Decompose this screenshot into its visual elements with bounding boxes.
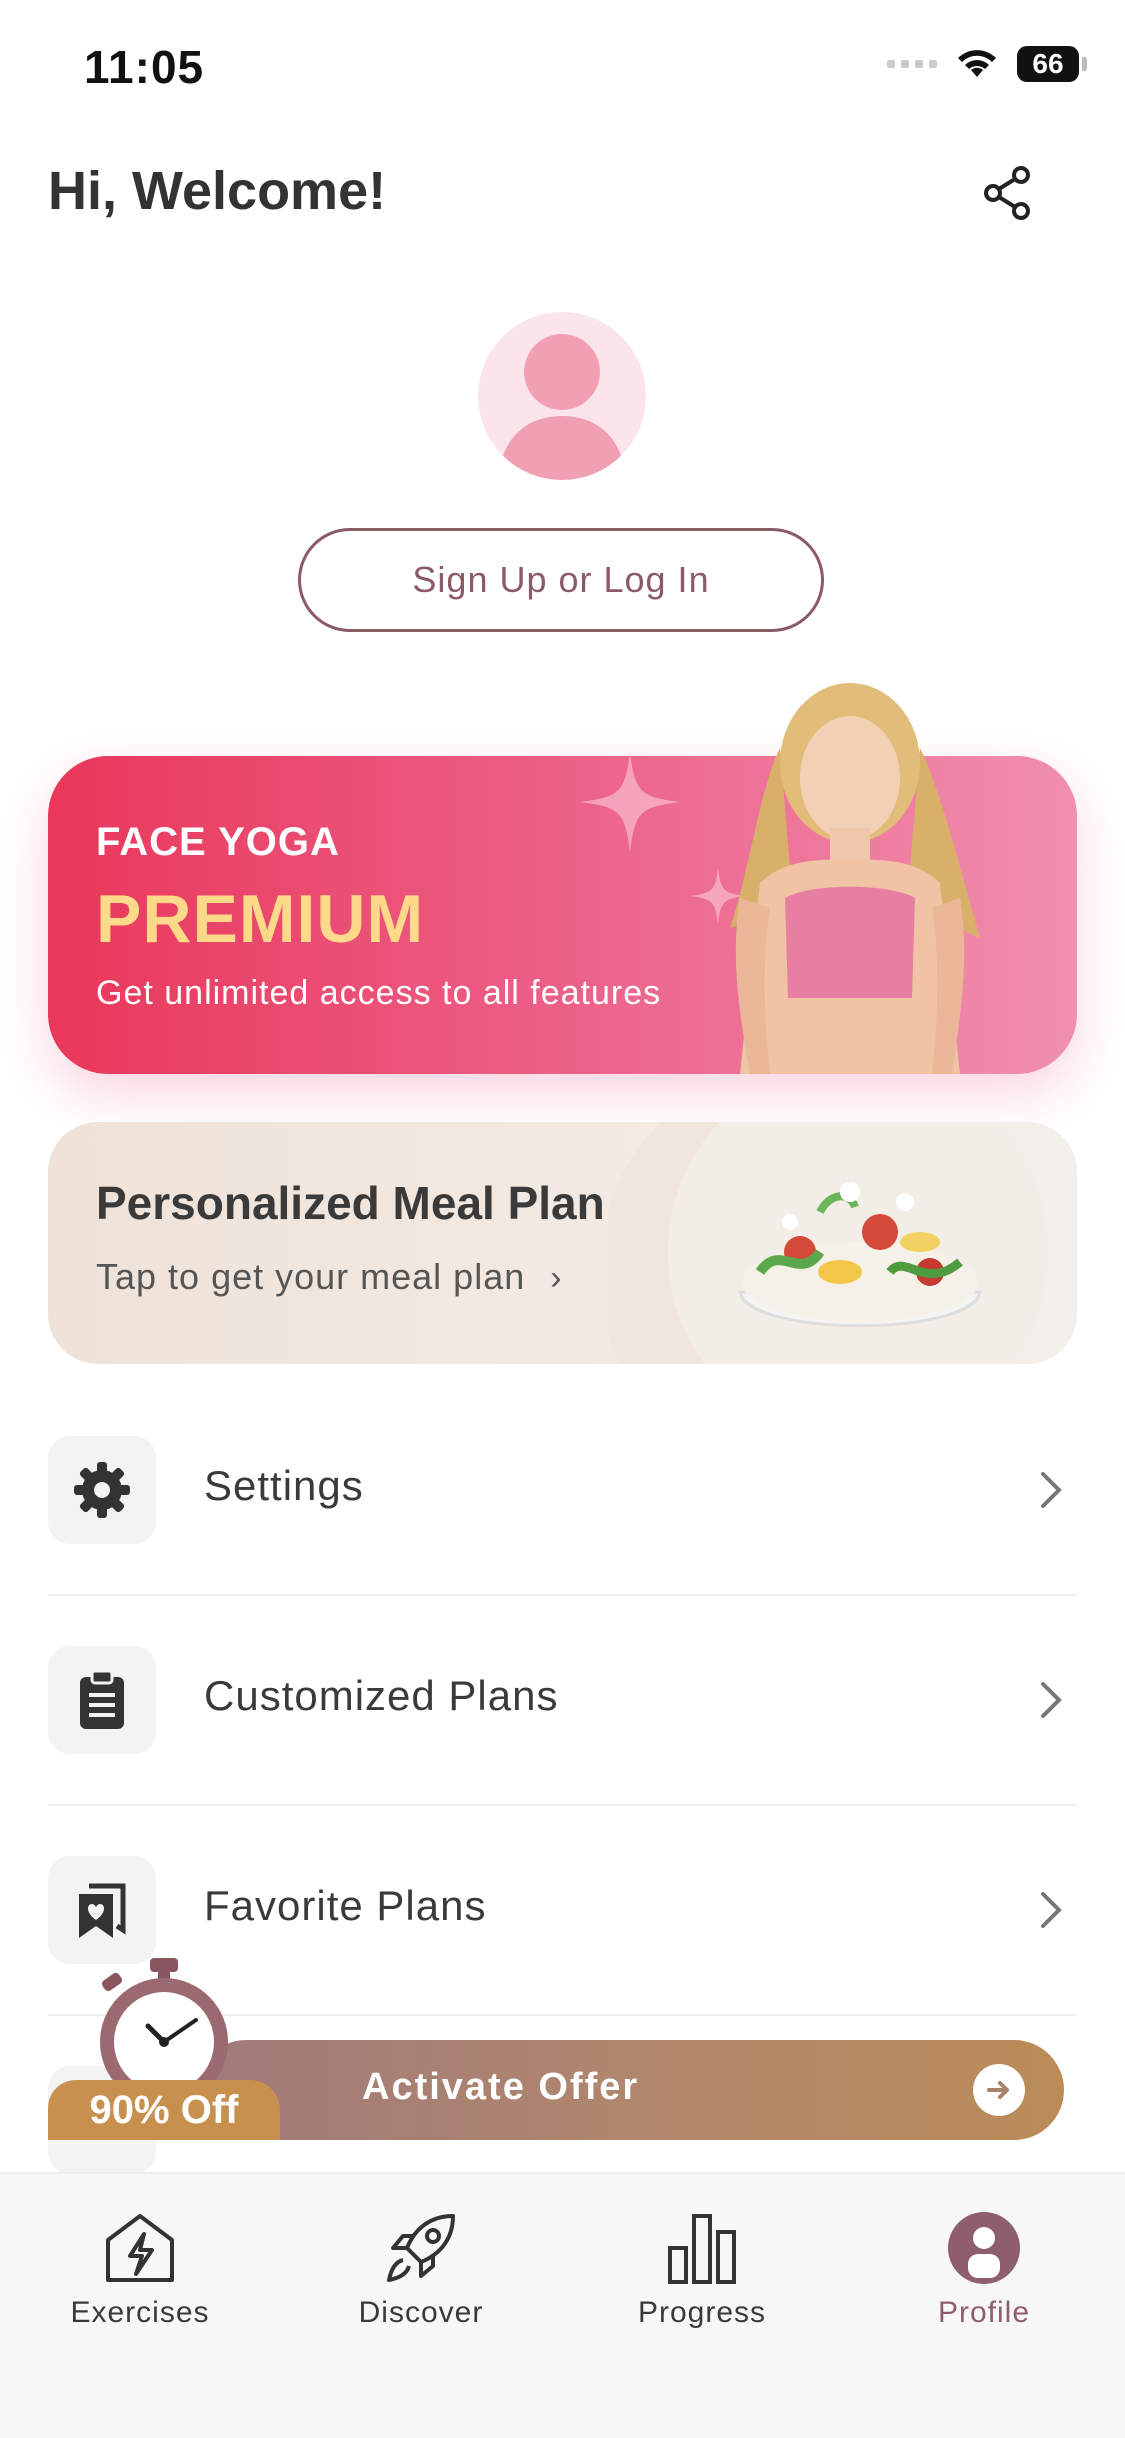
menu-icon-box [48,1436,156,1544]
chevron-right-icon [1041,1682,1062,1718]
menu-item-label: Favorite Plans [204,1882,487,1929]
premium-description: Get unlimited access to all features [96,974,662,1012]
profile-icon [948,2212,1020,2284]
menu-item-label: Settings [204,1462,364,1509]
bookmark-heart-icon [79,1883,126,1938]
menu-item-settings[interactable]: Settings [48,1386,1077,1596]
rocket-icon [387,2214,455,2282]
user-avatar-icon [498,334,626,480]
menu-icon-box [48,1646,156,1754]
salad-bowl-illustration [738,1182,982,1328]
exercises-icon [106,2214,174,2282]
nav-label: Discover [358,2296,484,2329]
clipboard-icon [80,1669,124,1729]
battery-indicator: 66 [1017,46,1087,82]
premium-subtitle: FACE YOGA [96,820,340,864]
status-time: 11:05 [84,41,205,93]
meal-plan-title: Personalized Meal Plan [96,1177,605,1229]
chevron-right-icon [1041,1472,1062,1508]
bar-chart-icon [668,2214,736,2284]
gear-icon [74,1462,130,1518]
sign-up-login-button[interactable]: Sign Up or Log In [298,528,824,632]
fitness-model-illustration [730,683,980,1074]
chevron-right-icon [1041,1892,1062,1928]
wifi-icon [958,50,996,77]
share-button[interactable] [974,160,1040,226]
chevron-right-icon: › [550,1259,563,1297]
cellular-signal-icon [887,60,937,68]
avatar[interactable] [478,312,646,480]
discount-badge[interactable]: 90% Off [48,2080,280,2140]
nav-item-exercises[interactable]: Exercises [30,2210,250,2330]
discount-label: 90% Off [89,2087,239,2132]
menu-icon-box [48,1856,156,1964]
menu-item-customized-plans[interactable]: Customized Plans [48,1596,1077,1806]
arrow-right-icon[interactable] [973,2064,1025,2116]
nav-item-discover[interactable]: Discover [311,2210,531,2330]
menu-item-label: Customized Plans [204,1672,559,1719]
meal-plan-subtitle-text: Tap to get your meal plan [96,1256,526,1297]
arrow-right-glyph [987,2081,1009,2099]
nav-label: Progress [637,2296,767,2329]
premium-title: PREMIUM [96,881,425,957]
sparkle-icon [580,752,680,852]
activate-offer-label: Activate Offer [362,2066,640,2108]
share-icon [984,166,1030,220]
page-title: Hi, Welcome! [48,161,387,221]
nav-item-profile[interactable]: Profile [874,2210,1094,2330]
status-indicators: 66 [887,46,1087,82]
nav-label: Profile [937,2296,1031,2329]
nav-label: Exercises [70,2296,210,2329]
meal-plan-subtitle[interactable]: Tap to get your meal plan › [96,1256,563,1298]
nav-item-progress[interactable]: Progress [592,2210,812,2330]
